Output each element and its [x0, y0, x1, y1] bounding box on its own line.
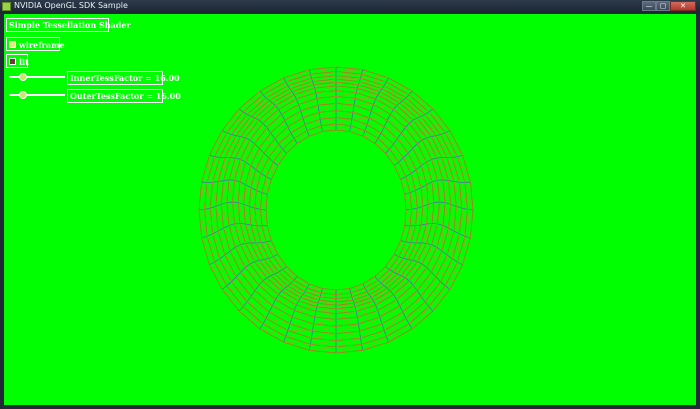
window-titlebar[interactable]: NVIDIA OpenGL SDK Sample — ▢ ✕ [0, 0, 700, 13]
app-icon [2, 2, 11, 11]
torus-radial-edges [198, 67, 474, 353]
window-title: NVIDIA OpenGL SDK Sample [14, 1, 128, 10]
outer-tess-slider-thumb[interactable] [19, 91, 27, 99]
lit-checkbox[interactable] [9, 58, 16, 65]
close-button[interactable]: ✕ [670, 1, 696, 11]
lit-label[interactable]: lit [19, 57, 29, 67]
inner-tess-label: InnerTessFactor = 16.00 [70, 73, 180, 83]
outer-tess-slider[interactable] [9, 94, 65, 96]
wireframe-checkbox[interactable] [9, 41, 16, 48]
panel-title: Simple Tessellation Shader [9, 20, 131, 30]
inner-tess-slider-thumb[interactable] [19, 73, 27, 81]
minimize-button[interactable]: — [642, 1, 656, 11]
outer-tess-label: OuterTessFactor = 16.00 [70, 91, 181, 101]
inner-tess-slider[interactable] [9, 76, 65, 78]
wireframe-label[interactable]: wireframe [19, 40, 65, 50]
render-viewport[interactable]: Simple Tessellation Shader wireframe lit… [4, 14, 696, 405]
maximize-button[interactable]: ▢ [656, 1, 670, 11]
